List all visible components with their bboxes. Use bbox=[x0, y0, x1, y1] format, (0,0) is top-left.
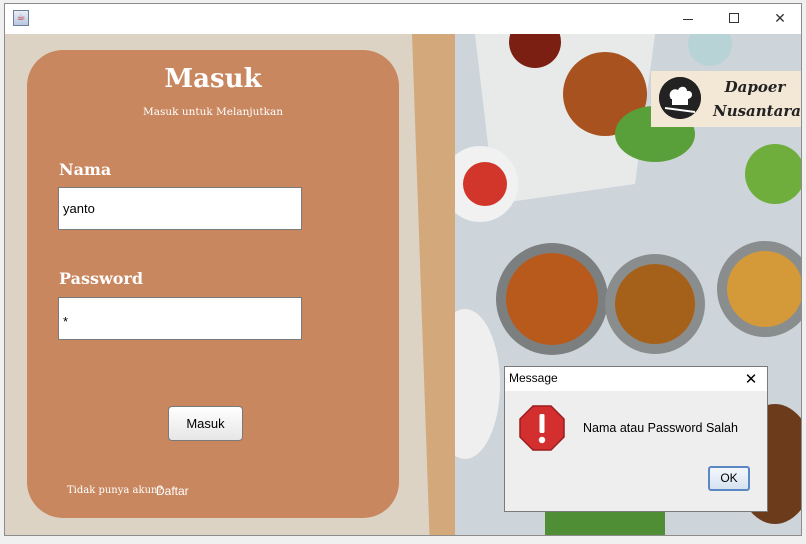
content-area: Masuk Masuk untuk Melanjutkan Nama yanto… bbox=[5, 34, 801, 535]
brand-name: Dapoer Nusantara bbox=[713, 75, 801, 123]
brand-line-1: Dapoer bbox=[724, 78, 786, 96]
close-icon: ✕ bbox=[744, 370, 758, 388]
password-label: Password bbox=[59, 269, 144, 288]
register-link[interactable]: Daftar bbox=[156, 484, 189, 498]
app-window: ☕ ✕ Masuk Masuk untuk Melanjutkan Nama y… bbox=[4, 3, 802, 536]
brand-logo: Dapoer Nusantara bbox=[651, 71, 801, 127]
error-icon bbox=[519, 405, 565, 451]
name-label: Nama bbox=[59, 160, 112, 179]
login-panel: Masuk Masuk untuk Melanjutkan Nama yanto… bbox=[27, 50, 399, 518]
dialog-title-bar[interactable]: Message ✕ bbox=[505, 367, 767, 391]
dialog-close-button[interactable]: ✕ bbox=[741, 367, 761, 391]
dialog-title: Message bbox=[509, 371, 558, 385]
java-app-icon: ☕ bbox=[13, 10, 29, 26]
dialog-message: Nama atau Password Salah bbox=[583, 421, 738, 435]
name-input[interactable]: yanto bbox=[58, 187, 302, 230]
minimize-button[interactable] bbox=[665, 4, 711, 34]
maximize-button[interactable] bbox=[711, 4, 757, 34]
maximize-icon bbox=[729, 13, 739, 23]
close-icon: ✕ bbox=[774, 11, 786, 27]
title-bar[interactable]: ☕ ✕ bbox=[5, 4, 801, 34]
close-button[interactable]: ✕ bbox=[757, 4, 803, 34]
chef-hat-icon bbox=[659, 77, 701, 119]
login-button[interactable]: Masuk bbox=[168, 406, 243, 441]
no-account-text: Tidak punya akun? bbox=[67, 485, 163, 496]
login-title: Masuk bbox=[164, 64, 262, 94]
minimize-icon bbox=[683, 19, 693, 20]
ok-button[interactable]: OK bbox=[708, 466, 750, 491]
password-input[interactable]: * bbox=[58, 297, 302, 340]
login-subtitle: Masuk untuk Melanjutkan bbox=[142, 106, 284, 118]
message-dialog: Message ✕ Nama atau Password Salah OK bbox=[504, 366, 768, 512]
brand-line-2: Nusantara bbox=[713, 102, 801, 120]
